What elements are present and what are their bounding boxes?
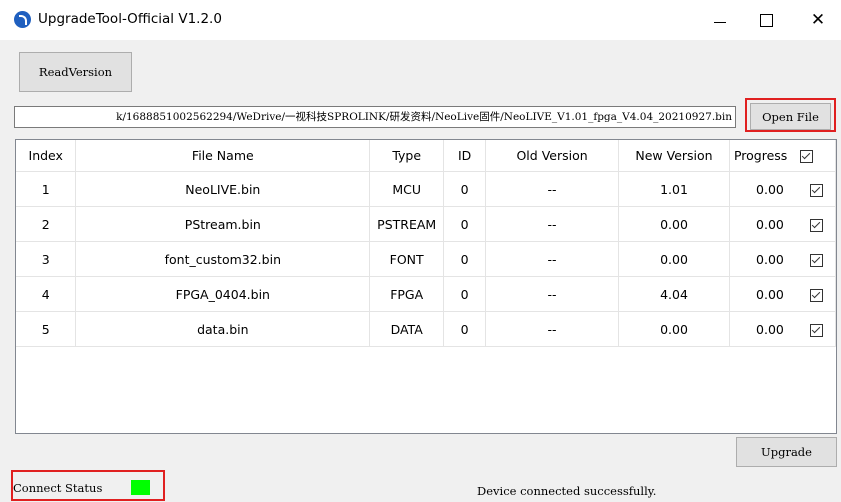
cell-progress: 0.00	[729, 311, 837, 347]
row-checkbox[interactable]	[809, 288, 823, 302]
title-bar: UpgradeTool-Official V1.2.0 ✕	[0, 0, 841, 40]
maximize-button[interactable]	[743, 0, 789, 40]
maximize-icon	[759, 13, 773, 27]
status-message: Device connected successfully.	[477, 484, 657, 498]
cell-type: FONT	[369, 241, 445, 277]
minimize-button[interactable]	[697, 0, 743, 40]
upgrade-button[interactable]: Upgrade	[736, 437, 837, 467]
header-type[interactable]: Type	[369, 140, 445, 172]
cell-old-version: --	[485, 311, 620, 347]
table-row[interactable]: 2 PStream.bin PSTREAM 0 -- 0.00 0.00	[16, 206, 837, 242]
cell-file-name: PStream.bin	[75, 206, 371, 242]
cell-new-version: 0.00	[618, 311, 730, 347]
row-checkbox[interactable]	[809, 323, 823, 337]
header-file-name[interactable]: File Name	[75, 140, 371, 172]
row-checkbox[interactable]	[809, 253, 823, 267]
file-table: Index File Name Type ID Old Version New …	[15, 139, 837, 434]
close-icon: ✕	[810, 10, 826, 30]
cell-id: 0	[443, 241, 487, 277]
row-checkbox[interactable]	[809, 183, 823, 197]
connect-status-highlight	[11, 470, 165, 501]
app-logo-icon	[14, 11, 31, 28]
row-checkbox[interactable]	[809, 218, 823, 232]
cell-progress: 0.00	[729, 171, 837, 207]
cell-old-version: --	[485, 171, 620, 207]
header-new-version[interactable]: New Version	[618, 140, 730, 172]
select-all-checkbox[interactable]	[799, 150, 813, 163]
cell-index: 5	[16, 311, 77, 347]
cell-type: PSTREAM	[369, 206, 445, 242]
table-row[interactable]: 3 font_custom32.bin FONT 0 -- 0.00 0.00	[16, 241, 837, 277]
cell-progress: 0.00	[729, 241, 837, 277]
cell-index: 1	[16, 171, 77, 207]
cell-index: 2	[16, 206, 77, 242]
progress-value: 0.00	[756, 181, 784, 197]
cell-new-version: 0.00	[618, 241, 730, 277]
cell-type: MCU	[369, 171, 445, 207]
table-row[interactable]: 5 data.bin DATA 0 -- 0.00 0.00	[16, 311, 837, 347]
cell-progress: 0.00	[729, 206, 837, 242]
window-title: UpgradeTool-Official V1.2.0	[38, 11, 222, 27]
cell-old-version: --	[485, 206, 620, 242]
cell-type: DATA	[369, 311, 445, 347]
minimize-icon	[714, 21, 726, 23]
cell-file-name: font_custom32.bin	[75, 241, 371, 277]
header-index[interactable]: Index	[16, 140, 77, 172]
cell-new-version: 0.00	[618, 206, 730, 242]
read-version-button[interactable]: ReadVersion	[19, 52, 132, 92]
cell-index: 3	[16, 241, 77, 277]
header-old-version[interactable]: Old Version	[485, 140, 620, 172]
cell-file-name: FPGA_0404.bin	[75, 276, 371, 312]
cell-id: 0	[443, 276, 487, 312]
table-row[interactable]: 1 NeoLIVE.bin MCU 0 -- 1.01 0.00	[16, 171, 837, 207]
header-id[interactable]: ID	[443, 140, 487, 172]
cell-index: 4	[16, 276, 77, 312]
progress-value: 0.00	[756, 286, 784, 302]
cell-id: 0	[443, 311, 487, 347]
cell-type: FPGA	[369, 276, 445, 312]
open-file-highlight	[745, 98, 836, 132]
table-header-row: Index File Name Type ID Old Version New …	[16, 140, 837, 172]
cell-old-version: --	[485, 276, 620, 312]
header-progress-label: Progress	[733, 148, 788, 163]
file-path-input[interactable]: k/1688851002562294/WeDrive/一视科技SPROLINK/…	[14, 106, 736, 128]
cell-id: 0	[443, 206, 487, 242]
progress-value: 0.00	[756, 251, 784, 267]
progress-value: 0.00	[756, 216, 784, 232]
cell-file-name: NeoLIVE.bin	[75, 171, 371, 207]
cell-file-name: data.bin	[75, 311, 371, 347]
cell-old-version: --	[485, 241, 620, 277]
table-row[interactable]: 4 FPGA_0404.bin FPGA 0 -- 4.04 0.00	[16, 276, 837, 312]
header-progress[interactable]: Progress	[729, 140, 837, 172]
cell-new-version: 1.01	[618, 171, 730, 207]
progress-value: 0.00	[756, 321, 784, 337]
cell-id: 0	[443, 171, 487, 207]
cell-progress: 0.00	[729, 276, 837, 312]
close-button[interactable]: ✕	[795, 0, 841, 40]
file-path-value: k/1688851002562294/WeDrive/一视科技SPROLINK/…	[116, 111, 732, 123]
cell-new-version: 4.04	[618, 276, 730, 312]
